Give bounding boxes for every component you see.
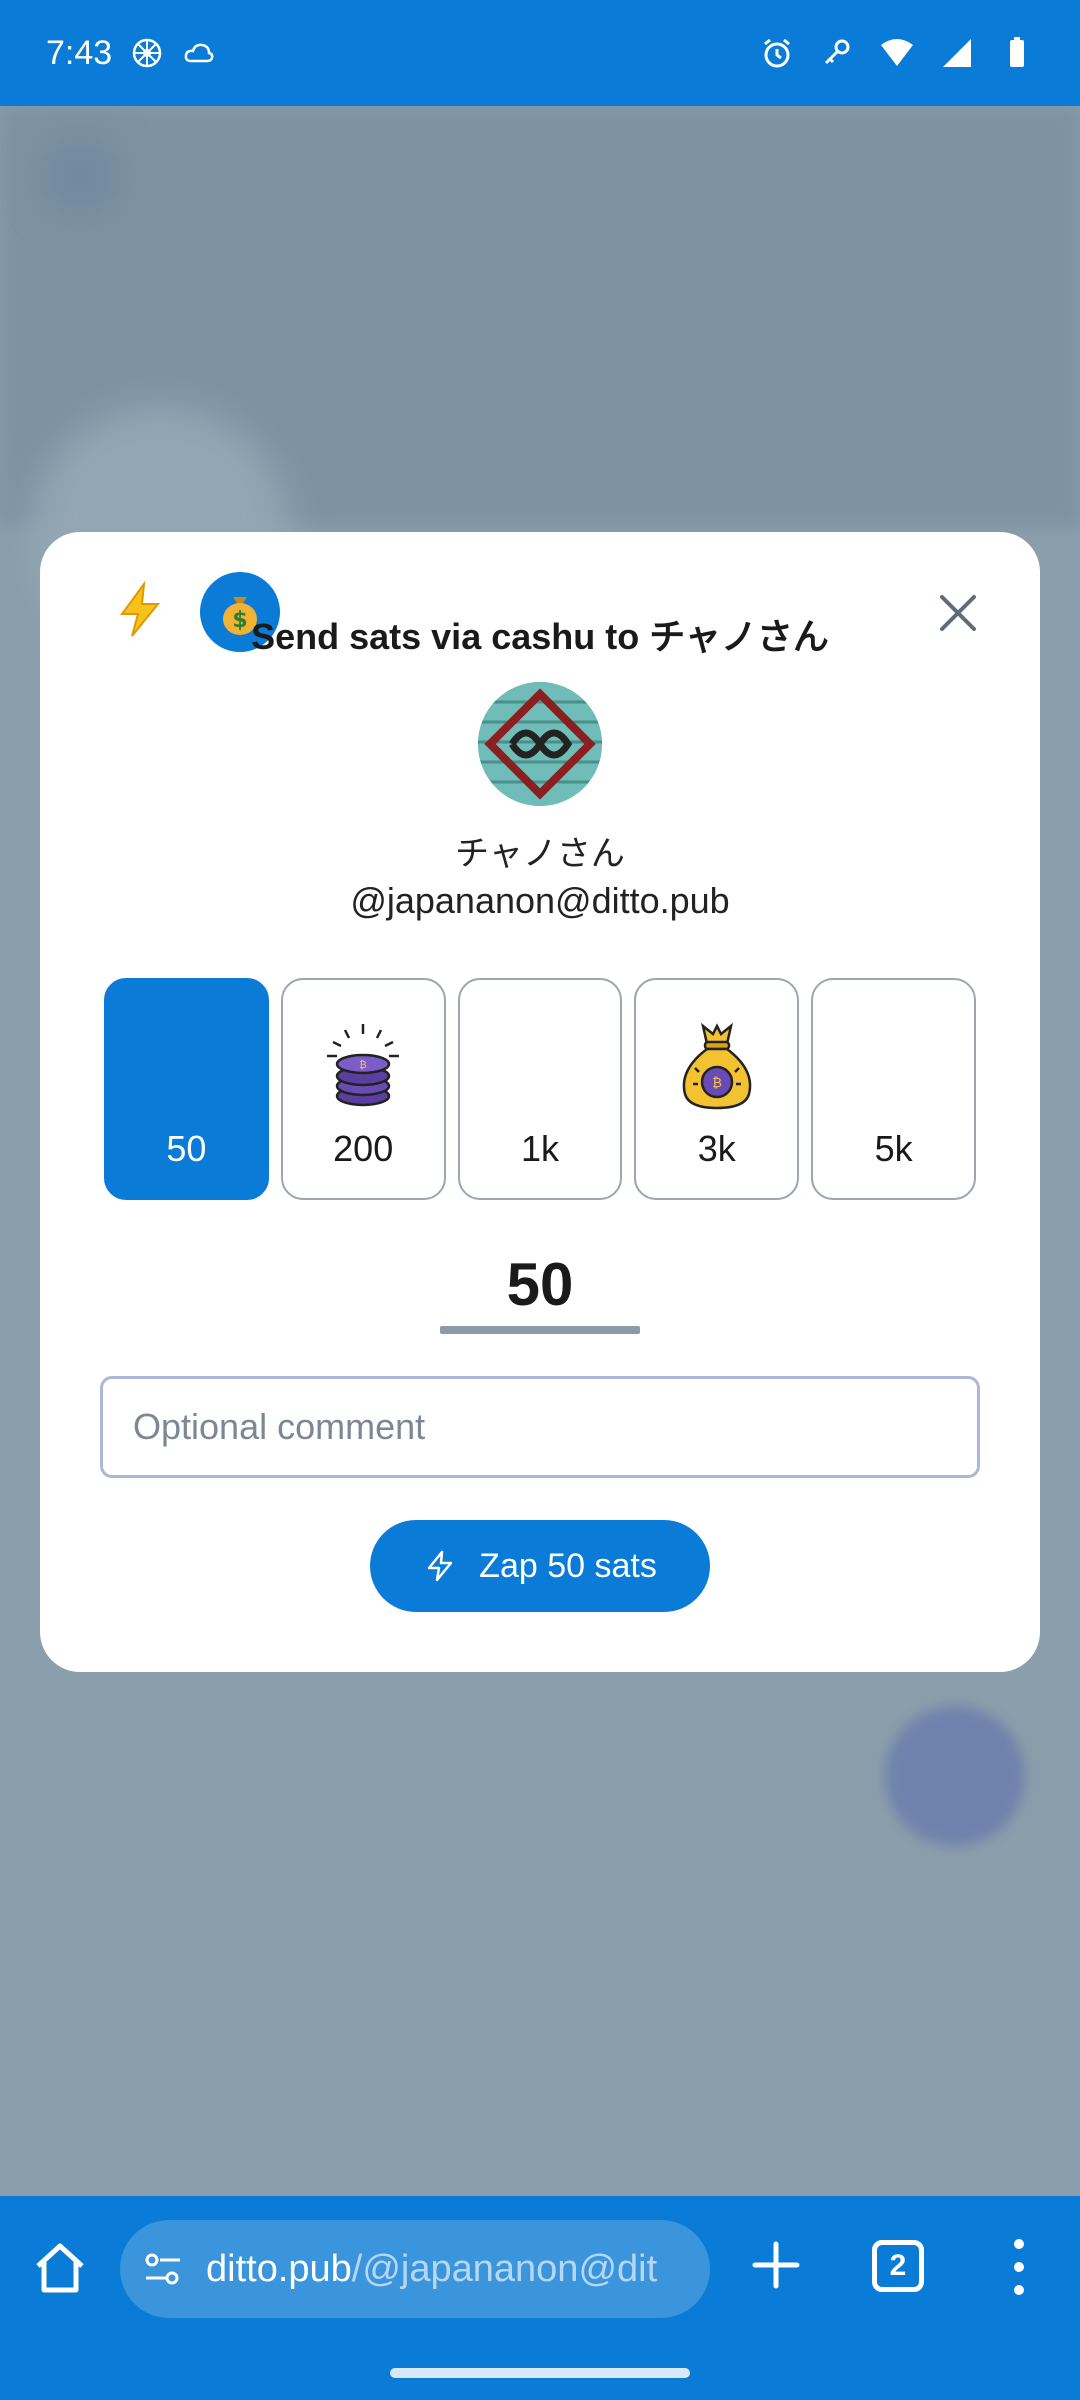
lightning-icon — [427, 1550, 453, 1582]
preset-label: 50 — [166, 1128, 207, 1169]
gesture-handle[interactable] — [390, 2368, 690, 2378]
coin-stack-icon: ₿ — [327, 1024, 400, 1107]
recipient-handle: @japananon@ditto.pub — [350, 880, 730, 921]
menu-dot — [1014, 2261, 1024, 2272]
amount-display[interactable]: 50 — [0, 1250, 1080, 1319]
home-button[interactable] — [28, 2236, 92, 2300]
amount-presets: 50 ₿ 200 1k ₿ 3k 5k — [104, 978, 976, 1200]
preset-label: 200 — [333, 1128, 394, 1169]
signal-icon — [943, 39, 971, 67]
wifi-icon — [881, 39, 913, 66]
key-icon — [824, 39, 850, 65]
modal-title: Send sats via cashu to チャノさん — [251, 616, 829, 657]
preset-50[interactable]: 50 — [104, 978, 269, 1200]
new-tab-button[interactable] — [745, 2234, 807, 2296]
url-host: ditto.pub — [206, 2247, 352, 2290]
preset-5k[interactable]: 5k — [811, 978, 976, 1200]
close-button[interactable] — [930, 585, 986, 641]
overflow-menu-button[interactable] — [1004, 2232, 1034, 2302]
site-settings-icon[interactable] — [140, 2246, 186, 2292]
flower-icon — [132, 38, 162, 68]
money-bag-icon: ₿ — [682, 1022, 751, 1110]
menu-dot — [1014, 2285, 1024, 2296]
recipient-display-name: チャノさん — [455, 835, 625, 873]
tab-switcher-button[interactable]: 2 — [872, 2240, 924, 2292]
zap-button-label: Zap 50 sats — [479, 1546, 657, 1585]
comment-input[interactable] — [100, 1376, 980, 1478]
home-icon — [36, 2243, 84, 2293]
url-path: /@japananon@dit — [351, 2247, 658, 2290]
svg-text:₿: ₿ — [359, 1059, 366, 1071]
status-bar: 7:43 — [0, 0, 1080, 106]
preset-label: 5k — [874, 1128, 913, 1169]
status-right — [760, 36, 1034, 70]
preset-1k[interactable]: 1k — [457, 978, 623, 1200]
preset-3k[interactable]: ₿ 3k — [634, 978, 800, 1200]
plus-icon — [752, 2241, 800, 2289]
preset-label: 3k — [697, 1128, 736, 1169]
background-blob — [40, 136, 120, 216]
status-time: 7:43 — [46, 33, 113, 72]
preset-label: 1k — [520, 1128, 559, 1169]
background-fab — [885, 1706, 1025, 1846]
battery-icon — [1010, 37, 1024, 67]
svg-text:₿: ₿ — [712, 1076, 722, 1091]
close-icon — [940, 595, 976, 631]
status-left: 7:43 — [46, 34, 216, 73]
amount-underline — [440, 1326, 640, 1334]
cloud-icon — [184, 43, 214, 63]
alarm-icon — [764, 38, 790, 68]
preset-200[interactable]: ₿ 200 — [280, 978, 446, 1200]
menu-dot — [1014, 2238, 1024, 2249]
zap-button[interactable]: Zap 50 sats — [370, 1520, 710, 1612]
url-bar[interactable]: ditto.pub/@japananon@dit — [120, 2220, 710, 2318]
recipient-avatar[interactable] — [478, 682, 602, 806]
